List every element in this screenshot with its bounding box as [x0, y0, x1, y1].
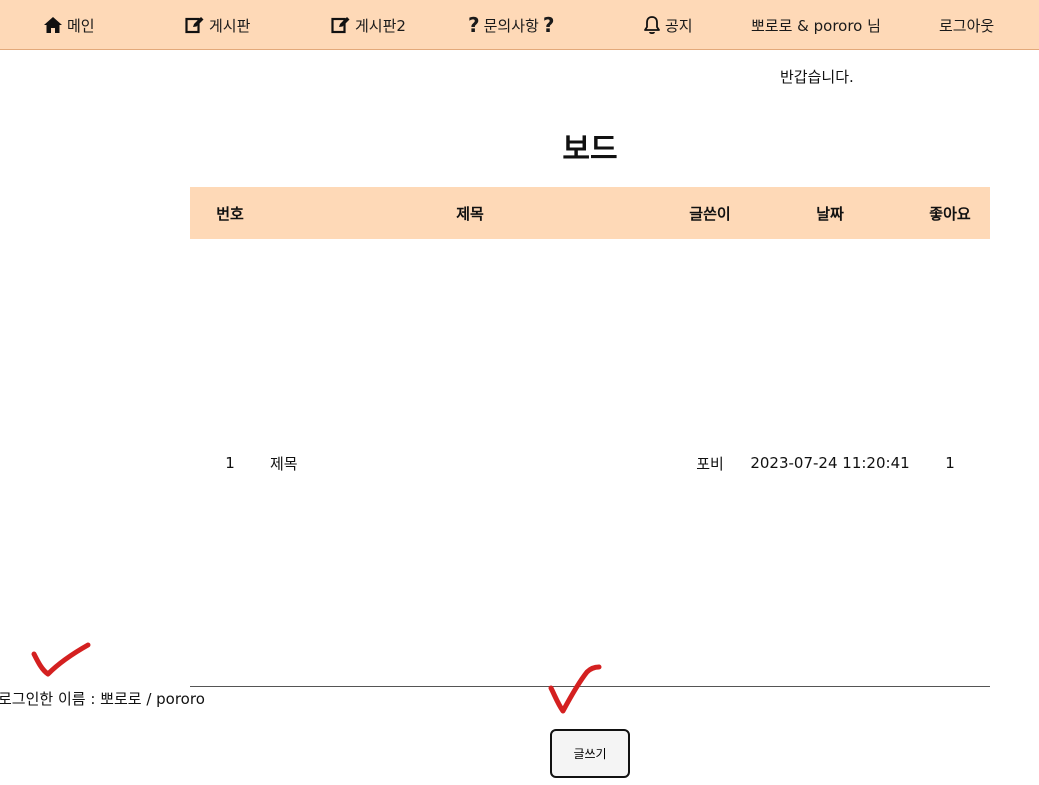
nav-label-board: 게시판 — [209, 16, 251, 35]
write-button[interactable]: 글쓰기 — [550, 729, 630, 778]
nav-label-notice: 공지 — [665, 16, 693, 35]
nav-item-logout[interactable]: 로그아웃 — [939, 0, 994, 50]
header-number: 번호 — [216, 204, 244, 223]
login-name-text: 로그인한 이름 : 뽀로로 / pororo — [0, 690, 205, 708]
nav-item-board2[interactable]: 게시판2 — [331, 0, 406, 50]
nav-item-main[interactable]: 메인 — [43, 0, 95, 50]
header-likes: 좋아요 — [929, 204, 971, 223]
nav-label-main: 메인 — [67, 16, 95, 35]
cell-title: 제목 — [270, 454, 298, 473]
nav-item-board[interactable]: 게시판 — [185, 0, 250, 50]
checkmark-annotation-icon — [548, 664, 602, 714]
nav-item-notice[interactable]: 공지 — [643, 0, 693, 50]
table-header: 번호 제목 글쓴이 날짜 좋아요 — [190, 187, 990, 239]
nav-label-user: 뽀로로 & pororo 님 — [751, 16, 881, 35]
nav-label-inquiry: 문의사항 — [483, 16, 539, 35]
cell-author: 포비 — [696, 454, 724, 473]
bell-icon — [644, 16, 660, 35]
nav-label-logout: 로그아웃 — [939, 16, 995, 35]
cell-number: 1 — [225, 454, 235, 472]
question-icon: ? — [468, 13, 480, 37]
page-title: 보드 — [562, 132, 618, 167]
question-icon: ? — [542, 13, 555, 37]
cell-date: 2023-07-24 11:20:41 — [750, 454, 910, 472]
table-row[interactable]: 1 제목 포비 2023-07-24 11:20:41 1 — [190, 450, 990, 476]
cell-likes: 1 — [945, 454, 955, 472]
header-author: 글쓴이 — [689, 204, 731, 223]
home-icon — [44, 17, 62, 33]
header-title: 제목 — [456, 204, 484, 223]
nav-item-user[interactable]: 뽀로로 & pororo 님 — [751, 0, 881, 50]
top-nav: 메인 게시판 게시판2 ? 문의사항 ? 공지 뽀로로 & pororo 님 로… — [0, 0, 1039, 50]
welcome-text: 반갑습니다. — [780, 68, 854, 86]
cell-title-link[interactable]: 제목 — [270, 450, 670, 476]
nav-label-board2: 게시판2 — [355, 16, 406, 35]
edit-icon — [331, 17, 350, 34]
nav-item-inquiry[interactable]: ? 문의사항 ? — [468, 0, 554, 50]
header-date: 날짜 — [816, 204, 844, 223]
checkmark-annotation-icon — [31, 642, 91, 677]
edit-icon — [185, 17, 204, 34]
